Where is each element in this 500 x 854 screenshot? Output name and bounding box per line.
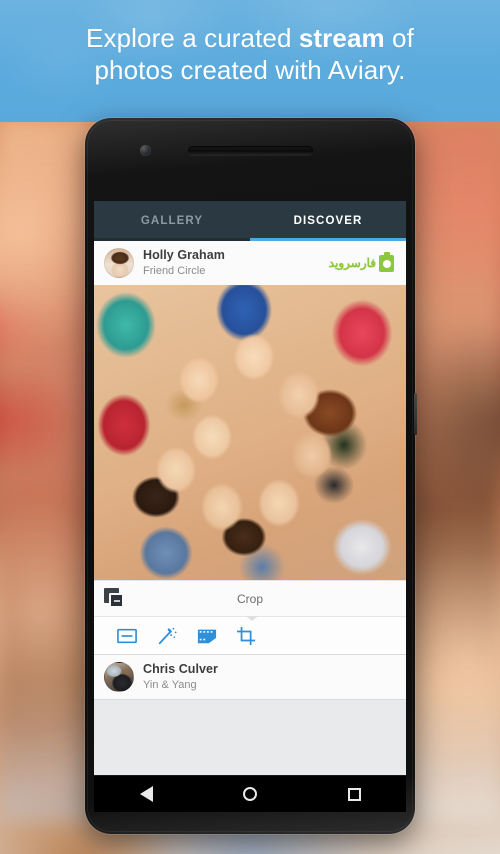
nav-home-button[interactable] xyxy=(233,783,267,805)
phone-screen: GALLERY DISCOVER Holly Graham Friend Cir… xyxy=(94,201,406,775)
watermark-text: فارسروید xyxy=(328,256,376,270)
earpiece-speaker-icon xyxy=(188,146,313,155)
front-camera-icon xyxy=(140,145,151,156)
promo-line1-pre: Explore a curated xyxy=(86,23,299,53)
post-author-subtitle: Yin & Yang xyxy=(143,678,197,691)
tab-gallery-label: GALLERY xyxy=(140,215,204,227)
promo-line1-post: of xyxy=(384,23,414,53)
tab-discover-label: DISCOVER xyxy=(293,215,363,227)
back-triangle-icon xyxy=(139,786,153,802)
post-photo[interactable] xyxy=(94,285,406,580)
feed-card[interactable]: Chris Culver Yin & Yang xyxy=(94,655,406,700)
screenshot-root: Explore a curated stream of photos creat… xyxy=(0,0,500,854)
post-action-strip[interactable]: Crop xyxy=(94,580,406,616)
film-strip-icon[interactable] xyxy=(196,626,218,646)
nav-back-button[interactable] xyxy=(129,783,163,805)
farsroid-logo-icon xyxy=(379,252,394,272)
post-author-subtitle: Friend Circle xyxy=(143,264,206,277)
post-photo-image xyxy=(94,285,406,580)
post-author-meta: Chris Culver Yin & Yang xyxy=(143,662,396,691)
avatar[interactable] xyxy=(104,662,134,692)
promo-line2: photos created with Aviary. xyxy=(94,55,406,85)
post-header[interactable]: Chris Culver Yin & Yang xyxy=(94,655,406,699)
tab-bar: GALLERY DISCOVER xyxy=(94,201,406,241)
nav-recents-button[interactable] xyxy=(337,783,371,805)
android-nav-bar xyxy=(94,775,406,812)
feed-card[interactable]: Holly Graham Friend Circle فارسروید Crop xyxy=(94,241,406,655)
post-author-name: Chris Culver xyxy=(143,662,218,677)
crop-icon[interactable] xyxy=(236,626,258,646)
tab-discover[interactable]: DISCOVER xyxy=(250,201,406,241)
post-action-label: Crop xyxy=(236,591,263,606)
magic-wand-icon[interactable] xyxy=(156,626,178,646)
tab-gallery[interactable]: GALLERY xyxy=(94,201,250,241)
tools-caret-icon xyxy=(246,616,258,621)
edit-tools-row[interactable] xyxy=(94,616,406,654)
post-author-name: Holly Graham xyxy=(143,248,225,263)
farsroid-watermark: فارسروید xyxy=(328,252,394,272)
promo-header: Explore a curated stream of photos creat… xyxy=(0,0,500,122)
post-author-meta: Holly Graham Friend Circle xyxy=(143,248,329,277)
frame-icon[interactable] xyxy=(116,626,138,646)
recents-square-icon xyxy=(347,787,361,801)
home-circle-icon xyxy=(243,787,257,801)
promo-line1-bold: stream xyxy=(298,23,385,53)
post-header[interactable]: Holly Graham Friend Circle فارسروید xyxy=(94,241,406,285)
power-button[interactable] xyxy=(414,393,417,435)
promo-headline: Explore a curated stream of photos creat… xyxy=(0,22,500,86)
phone-device: GALLERY DISCOVER Holly Graham Friend Cir… xyxy=(85,118,417,834)
avatar[interactable] xyxy=(104,248,134,278)
discover-feed[interactable]: Holly Graham Friend Circle فارسروید Crop… xyxy=(94,241,406,775)
